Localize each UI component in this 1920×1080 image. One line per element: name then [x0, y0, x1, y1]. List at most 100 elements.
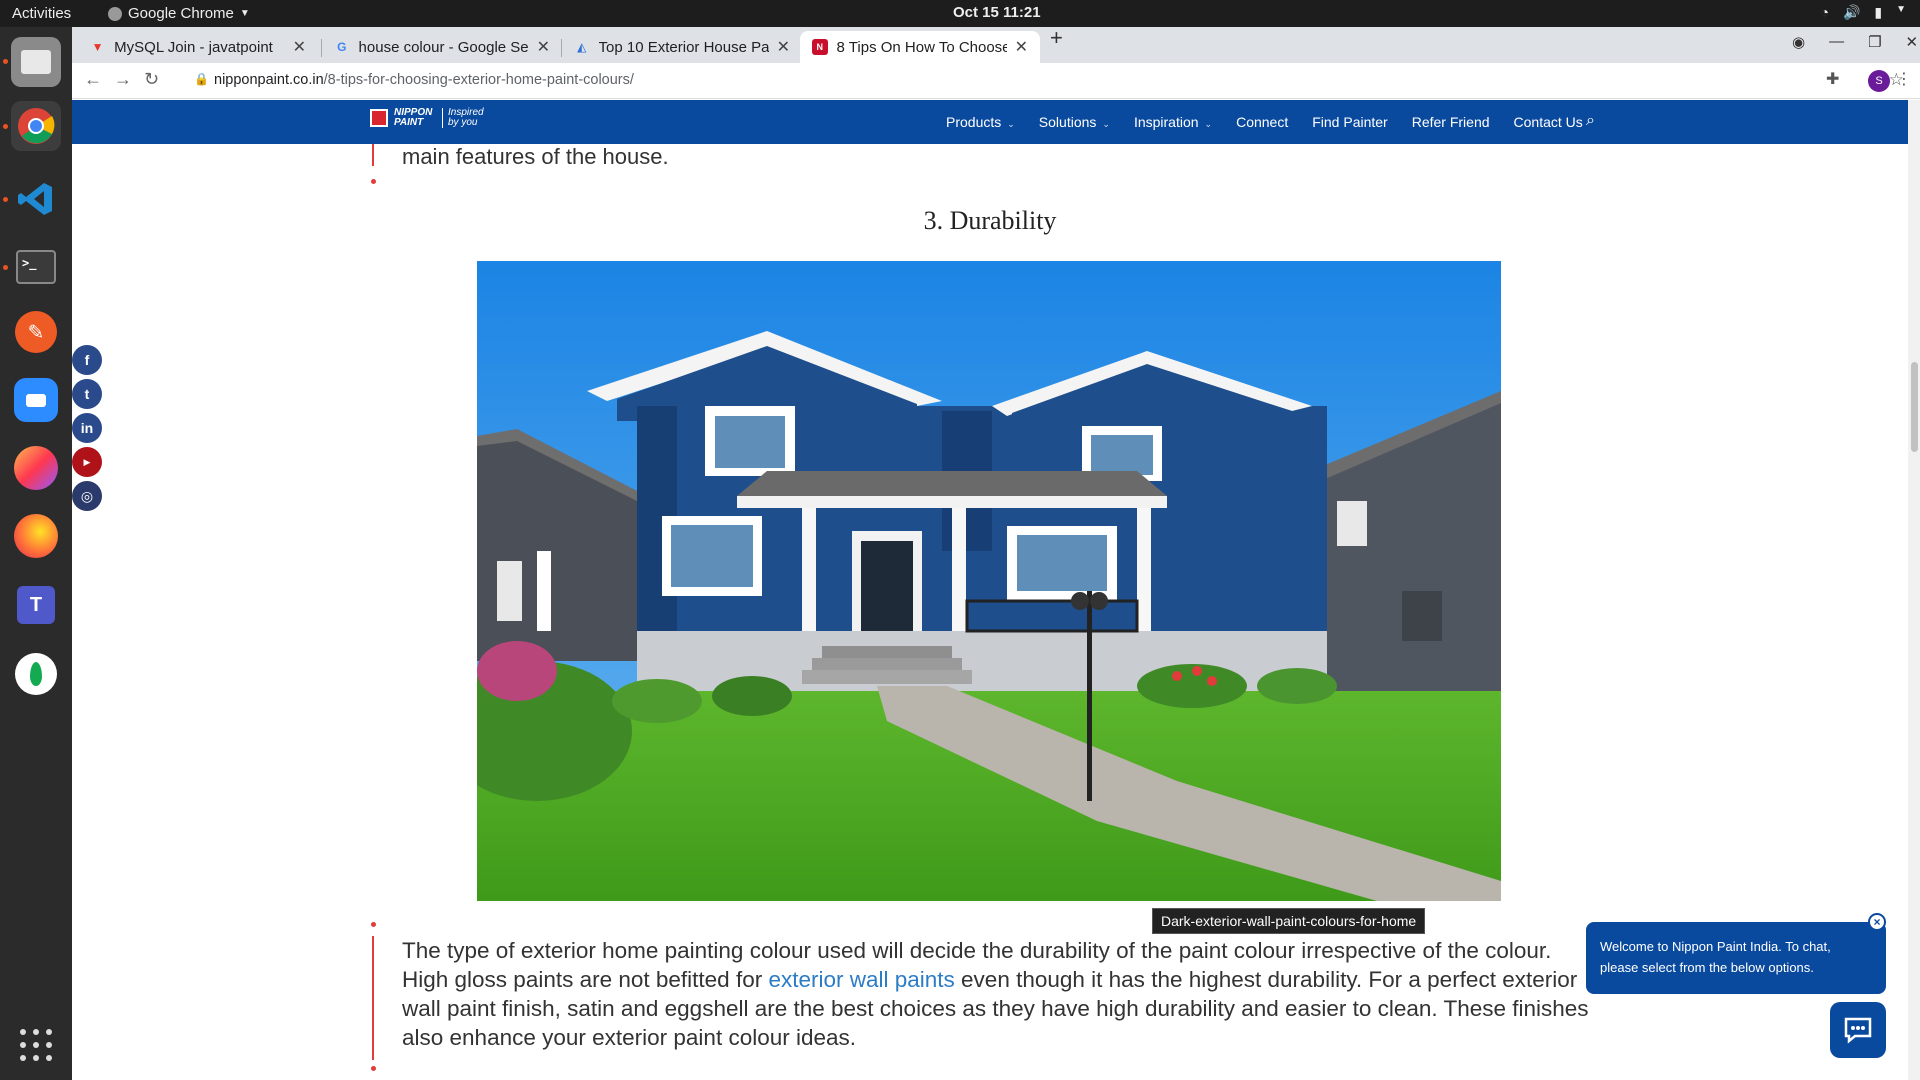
chat-welcome-bubble[interactable]: Welcome to Nippon Paint India. To chat, … [1586, 922, 1886, 994]
firefox-dev-icon[interactable] [11, 443, 61, 493]
volume-icon: 🔊 [1842, 4, 1861, 20]
logo-brand: NIPPON PAINT [394, 107, 433, 128]
restore-icon[interactable]: ❐ [1868, 33, 1881, 51]
google-icon: G [337, 40, 347, 54]
nav-contact-us[interactable]: Contact Us [1514, 114, 1583, 130]
scroll-thumb[interactable] [1911, 362, 1918, 452]
exterior-wall-paints-link[interactable]: exterior wall paints [768, 967, 954, 992]
files-icon[interactable] [11, 37, 61, 87]
para-text: High gloss paints are not befitted for [402, 967, 769, 992]
firefox-icon[interactable] [11, 511, 61, 561]
nav-solutions[interactable]: Solutions ⌄ [1039, 114, 1110, 130]
menu-kebab-icon[interactable]: ⋮ [1896, 69, 1912, 89]
tab-google-search[interactable]: G house colour - Google Search ✕ [322, 31, 562, 63]
nav-products[interactable]: Products ⌄ [946, 114, 1015, 130]
para-line: wall paint finish, satin and eggshell ar… [402, 996, 1589, 1021]
nav-label: Solutions [1038, 114, 1097, 130]
close-tab-icon[interactable]: ✕ [777, 37, 790, 57]
running-indicator [3, 265, 8, 270]
reload-icon[interactable]: ↻ [144, 69, 159, 90]
nippon-logo[interactable]: NIPPON PAINT Inspired by you [370, 108, 490, 128]
quote-line [372, 936, 374, 1060]
running-indicator [3, 197, 8, 202]
house-photo [477, 261, 1501, 901]
minimize-icon[interactable]: — [1829, 33, 1844, 51]
mongodb-compass-icon[interactable] [11, 649, 61, 699]
para-line: also enhance your exterior paint colour … [402, 1025, 857, 1050]
site-navbar: NIPPON PAINT Inspired by you Products ⌄ S… [72, 100, 1908, 144]
lock-icon: 🔒 [194, 72, 209, 86]
wifi-icon: ◔ [1820, 4, 1829, 20]
web-page: NIPPON PAINT Inspired by you Products ⌄ S… [72, 100, 1920, 1080]
url-text: nipponpaint.co.in/8-tips-for-choosing-ex… [214, 72, 634, 88]
clock[interactable]: Oct 15 11:21 [953, 4, 1041, 21]
nav-inspiration[interactable]: Inspiration ⌄ [1134, 114, 1212, 130]
page-scrollbar[interactable] [1908, 100, 1920, 1080]
nav-connect[interactable]: Connect [1236, 114, 1288, 130]
tab-title: 8 Tips On How To Choose [836, 38, 1007, 56]
twitter-icon[interactable]: t [72, 379, 102, 409]
chevron-down-icon: ⌄ [1204, 119, 1213, 129]
profile-avatar[interactable]: S [1868, 70, 1890, 92]
tray-caret-icon: ▼ [1896, 4, 1906, 15]
system-tray[interactable]: ◔ 🔊 ▮ ▼ [1820, 4, 1906, 21]
terminal-icon[interactable]: >_ [11, 242, 61, 292]
instagram-icon[interactable]: ◎ [72, 481, 102, 511]
nav-label: Inspiration [1133, 114, 1199, 130]
tab-search-icon[interactable]: ◉ [1792, 33, 1805, 51]
search-icon[interactable]: ⌕ [1586, 112, 1595, 130]
show-applications-icon[interactable] [20, 1029, 52, 1061]
chat-launcher-button[interactable] [1830, 1002, 1886, 1058]
caret-down-icon: ▼ [239, 8, 250, 19]
teams-icon[interactable]: T [11, 580, 61, 630]
nav-label: Products [946, 114, 1002, 130]
tab-title: MySQL Join - javatpoint [114, 38, 273, 56]
activities-button[interactable]: Activities [12, 5, 71, 22]
system-top-bar: Activities Google Chrome ▼ Oct 15 11:21 … [0, 0, 1920, 27]
para-line: The type of exterior home painting colou… [402, 938, 1552, 963]
tab-top-10-exterior[interactable]: ◭ Top 10 Exterior House Paint ✕ [562, 31, 802, 63]
forward-icon[interactable]: → [114, 69, 132, 90]
window-controls: ◉ — ❐ ✕ [1792, 33, 1918, 51]
quote-dot [371, 179, 376, 184]
section-heading: 3. Durability [923, 206, 1057, 235]
para-text: even though it has the highest durabilit… [954, 967, 1578, 992]
tab-mysql-join[interactable]: ▼ MySQL Join - javatpoint ✕ [78, 31, 318, 63]
back-icon[interactable]: ← [84, 69, 102, 90]
url-domain: nipponpaint.co.in [214, 72, 324, 88]
vscode-icon[interactable] [11, 174, 61, 224]
youtube-icon[interactable]: ▶ [72, 447, 102, 477]
zoom-icon[interactable] [11, 375, 61, 425]
linkedin-icon[interactable]: in [72, 413, 102, 443]
main-nav: Products ⌄ Solutions ⌄ Inspiration ⌄ Connec… [946, 114, 1607, 130]
running-indicator [3, 59, 8, 64]
logo-tagline: Inspired by you [442, 108, 490, 128]
chat-icon [1844, 1017, 1872, 1044]
javatpoint-icon: ▼ [91, 40, 104, 54]
close-tab-icon[interactable]: ✕ [293, 37, 306, 57]
close-tab-icon[interactable]: ✕ [537, 37, 550, 57]
app-menu-label: Google Chrome [128, 5, 234, 22]
close-tab-icon[interactable]: ✕ [1015, 37, 1028, 57]
tab-8-tips[interactable]: N 8 Tips On How To Choose ✕ [800, 31, 1040, 63]
postman-icon[interactable]: ✎ [11, 307, 61, 357]
tab-strip: ▼ MySQL Join - javatpoint ✕ G house colo… [72, 25, 1920, 63]
article-paragraph: The type of exterior home painting colou… [402, 936, 1692, 1052]
extensions-icon[interactable]: ✚ [1826, 69, 1839, 89]
close-window-icon[interactable]: ✕ [1906, 33, 1919, 51]
chrome-small-icon [108, 6, 122, 21]
facebook-icon[interactable]: f [72, 345, 102, 375]
chrome-icon[interactable] [11, 101, 61, 151]
nippon-icon: N [812, 39, 828, 55]
quote-line [372, 144, 374, 166]
nippon-logo-mark [370, 109, 388, 127]
new-tab-button[interactable]: + [1050, 25, 1063, 51]
tab-title: house colour - Google Search [358, 38, 529, 56]
image-tooltip: Dark-exterior-wall-paint-colours-for-hom… [1152, 908, 1426, 934]
nav-find-painter[interactable]: Find Painter [1312, 114, 1387, 130]
app-menu[interactable]: Google Chrome ▼ [108, 5, 250, 22]
chevron-down-icon: ⌄ [1102, 119, 1110, 129]
nav-refer-friend[interactable]: Refer Friend [1412, 114, 1490, 130]
address-bar[interactable]: 🔒 nipponpaint.co.in/8-tips-for-choosing-… [182, 66, 1904, 96]
chat-close-icon[interactable]: × [1868, 913, 1886, 931]
